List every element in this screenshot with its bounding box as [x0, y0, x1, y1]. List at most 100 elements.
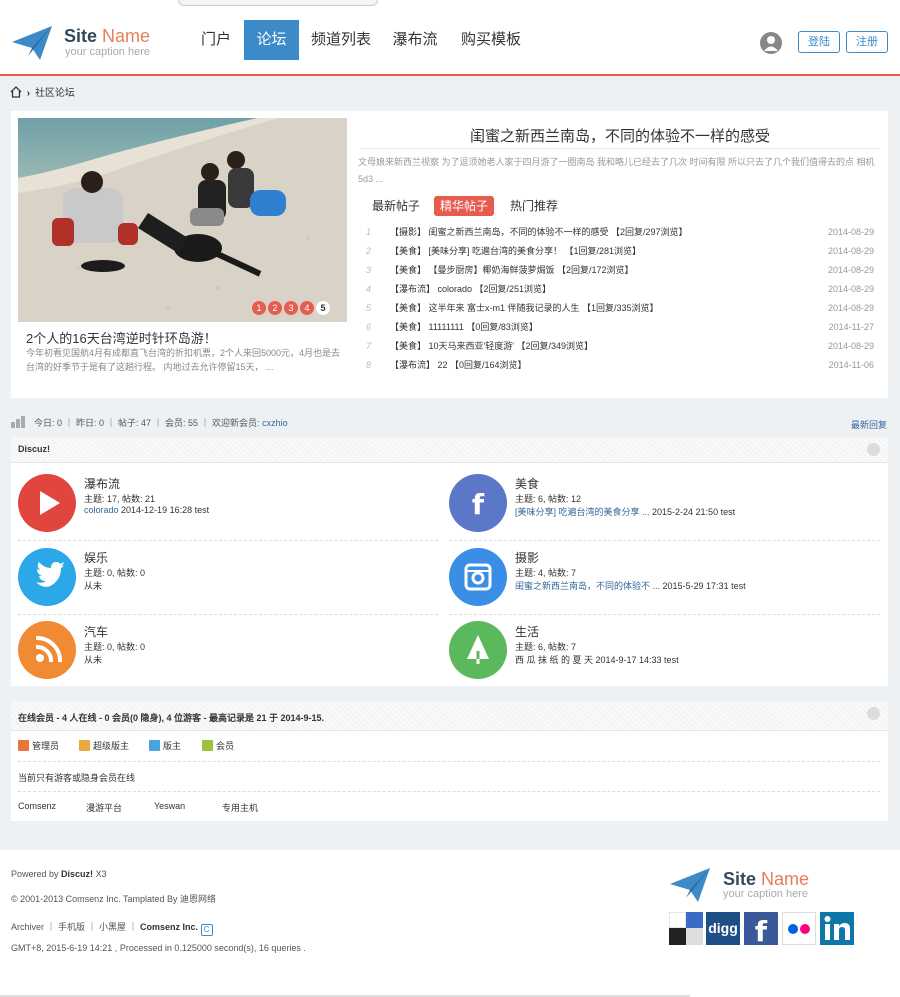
forum-divider	[18, 540, 438, 541]
login-button[interactable]: 登陆	[798, 31, 840, 53]
linkedin-icon[interactable]	[820, 912, 854, 945]
twitter-icon[interactable]	[18, 548, 76, 606]
breadcrumb: › 社区论坛	[10, 86, 75, 100]
legend-member: 会员	[202, 740, 234, 752]
forum-name[interactable]: 美食	[515, 475, 539, 492]
footer-logo[interactable]: Site Name your caption here	[670, 868, 830, 908]
forum-name[interactable]: 瀑布流	[84, 475, 120, 492]
register-button[interactable]: 注册	[846, 31, 888, 53]
svg-text:f: f	[472, 488, 485, 521]
forum-name[interactable]: 摄影	[515, 549, 539, 566]
forum-name[interactable]: 生活	[515, 623, 539, 640]
thread-row[interactable]: 2 【美食】 [美味分享] 吃遍台湾的美食分享！ 【1回复/281浏览】 2014-…	[360, 242, 874, 261]
featured-divider	[360, 148, 880, 149]
forum-last-post: colorado 2014-12-19 16:28 test	[84, 505, 210, 515]
forum-divider	[18, 614, 438, 615]
forum-last-post: 西 瓜 抹 纸 的 夏 天 2014-9-17 14:33 test	[515, 655, 679, 665]
online-notice: 当前只有游客或隐身会员在线	[18, 773, 136, 783]
thread-row[interactable]: 7 【美食】 10天马来西亚'轻度游' 【2回复/349浏览】 2014-08-29	[360, 337, 874, 356]
paper-plane-icon	[12, 26, 52, 60]
online-divider	[18, 791, 880, 792]
logo-caption: your caption here	[65, 46, 150, 58]
latest-replies-link[interactable]: 最新回复	[851, 418, 887, 431]
flickr-icon[interactable]	[782, 912, 816, 945]
tab-digest[interactable]: 精华帖子	[434, 196, 495, 216]
forum-name[interactable]: 娱乐	[84, 549, 108, 566]
slider-page-1[interactable]: 1	[252, 301, 266, 315]
thread-row[interactable]: 5 【美食】 这半年来 富士x-m1 伴随我记录的人生 【1回复/335浏览】 20…	[360, 299, 874, 318]
friend-link[interactable]: Yeswan	[154, 801, 185, 811]
friend-link[interactable]: 专用主机	[222, 801, 258, 814]
breadcrumb-forum[interactable]: 社区论坛	[35, 88, 75, 99]
svg-text:f: f	[755, 915, 768, 945]
facebook-social-icon[interactable]: f	[744, 912, 778, 948]
thread-row[interactable]: 6 【美食】 11111111 【0回复/83浏览】 2014-11-27	[360, 318, 874, 337]
forum-last-post: 闺蜜之新西兰南岛，不同的体验不 ... 2015-5-29 17:31 test	[515, 581, 746, 591]
online-header: 在线会员 - 4 人在线 - 0 会员(0 隐身), 4 位游客 - 最高记录是…	[11, 701, 888, 731]
online-title: 在线会员 - 4 人在线 - 0 会员(0 隐身), 4 位游客 - 最高记录是…	[18, 713, 325, 723]
thread-row[interactable]: 8 【瀑布流】 22 【0回复/164浏览】 2014-11-06	[360, 356, 874, 375]
tab-latest[interactable]: 最新帖子	[372, 196, 420, 216]
forum-last-post: [美味分享] 吃遍台湾的美食分享 ... 2015-2-24 21:50 tes…	[515, 507, 736, 517]
legend-admin: 管理员	[18, 740, 59, 752]
thread-row[interactable]: 4 【瀑布流】 colorado 【2回复/251浏览】 2014-08-29	[360, 280, 874, 299]
home-icon[interactable]	[10, 86, 22, 98]
nav-channels[interactable]: 频道列表	[306, 20, 376, 60]
forum-last-post: 从未	[84, 581, 103, 591]
thread-row[interactable]: 3 【美食】 【曼步厨房】椰奶海鲜菠萝焗饭 【2回复/172浏览】 2014-08-…	[360, 261, 874, 280]
forum-meta: 主题: 0, 帖数: 0	[84, 642, 146, 652]
forum-divider	[449, 614, 880, 615]
admin-icon	[18, 740, 29, 751]
instagram-icon[interactable]	[449, 548, 507, 606]
play-icon[interactable]	[18, 474, 76, 532]
rss-icon[interactable]	[18, 621, 76, 679]
featured-description: 文母娘来新西兰视察 为了逗须她老人家于四月游了一圈南岛 我和略儿已经去了几次 时…	[358, 157, 875, 184]
footer-links[interactable]: Archiver ｜ 手机版 ｜ 小黑屋 ｜ Comsenz Inc. C	[11, 920, 213, 936]
friend-link[interactable]: Comsenz	[18, 801, 56, 811]
nav-buy-template[interactable]: 购买模板	[455, 20, 527, 60]
gmt-info: GMT+8, 2015-6-19 14:21 , Processed in 0.…	[11, 943, 306, 953]
forum-last-post: 从未	[84, 655, 103, 665]
slider-page-2[interactable]: 2	[268, 301, 282, 315]
forum-meta: 主题: 0, 帖数: 0	[84, 568, 146, 578]
logo-title: Site Name	[723, 869, 810, 889]
new-member-link[interactable]: cxzhio	[262, 418, 288, 428]
forum-meta: 主题: 6, 帖数: 12	[515, 494, 582, 504]
forum-name[interactable]: 汽车	[84, 623, 108, 640]
nav-portal[interactable]: 门户	[193, 20, 239, 60]
slider-image[interactable]	[18, 118, 347, 322]
slider-page-3[interactable]: 3	[284, 301, 298, 315]
legend-mod: 版主	[149, 740, 181, 752]
paper-plane-icon	[670, 868, 710, 902]
forum-stats: 今日: 0 ｜ 昨日: 0 ｜ 帖子: 47 ｜ 会员: 55 ｜ 欢迎新会员:…	[34, 418, 288, 428]
nav-waterfall[interactable]: 瀑布流	[385, 20, 445, 60]
forum-meta: 主题: 6, 帖数: 7	[515, 642, 577, 652]
friend-link[interactable]: 漫游平台	[86, 801, 122, 814]
site-logo[interactable]: Site Name your caption here	[12, 24, 172, 64]
forum-section-header: Discuz!	[11, 437, 888, 463]
logo-title: Site Name	[64, 26, 151, 46]
tab-hot[interactable]: 热门推荐	[510, 196, 558, 216]
forum-meta: 主题: 17, 帖数: 21	[84, 494, 156, 504]
tree-icon[interactable]	[449, 621, 507, 679]
collapse-icon[interactable]	[867, 443, 880, 456]
breadcrumb-separator-icon: ›	[26, 88, 31, 99]
forum-divider	[449, 540, 880, 541]
top-strip	[178, 0, 378, 6]
user-avatar-icon[interactable]	[760, 32, 782, 54]
powered-by: Powered by Discuz! X3	[11, 869, 107, 879]
facebook-icon[interactable]: f	[449, 474, 507, 532]
slider-title[interactable]: 2个人的16天台湾逆时针环岛游！	[26, 328, 217, 347]
slider-page-5[interactable]: 5	[316, 301, 330, 315]
digg-icon[interactable]: digg	[706, 912, 740, 945]
online-divider	[18, 761, 880, 762]
nav-forum[interactable]: 论坛	[244, 20, 299, 60]
slider-page-4[interactable]: 4	[300, 301, 314, 315]
collapse-icon[interactable]	[867, 707, 880, 720]
legend-super-mod: 超级版主	[79, 740, 129, 752]
delicious-icon[interactable]	[668, 911, 703, 945]
featured-title[interactable]: 闺蜜之新西兰南岛，不同的体验不一样的感受	[360, 125, 880, 146]
slider-description: 今年初看见国航4月有成都直飞台湾的折扣机票，2个人来回5000元，4月也是去台湾…	[26, 348, 341, 372]
stats-bar-icon	[11, 416, 25, 428]
thread-row[interactable]: 1 【摄影】 闺蜜之新西兰南岛，不同的体验不一样的感受 【2回复/297浏览】 20…	[360, 223, 874, 242]
